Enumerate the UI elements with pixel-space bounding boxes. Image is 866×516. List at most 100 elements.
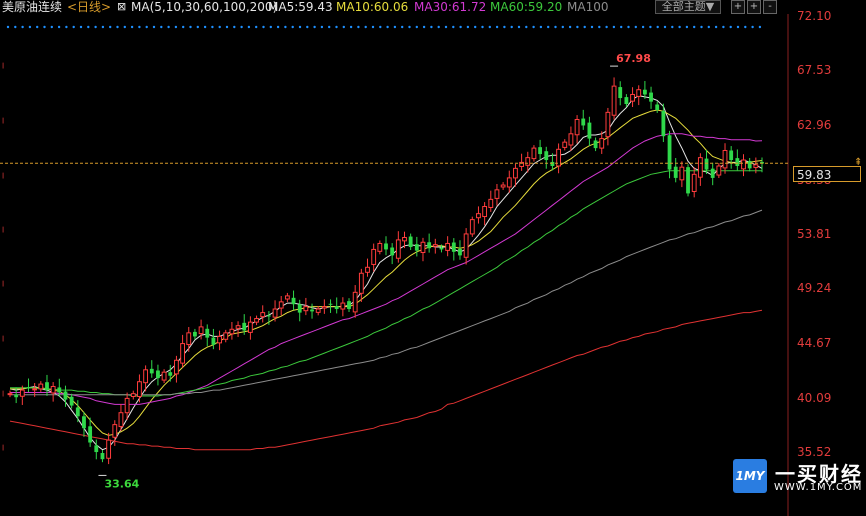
candle-up xyxy=(106,439,112,459)
candle-up xyxy=(494,189,500,199)
candle-down xyxy=(347,301,351,310)
marker-dot xyxy=(525,25,528,29)
marker-dot xyxy=(109,25,112,29)
candle-up xyxy=(124,397,130,414)
marker-dot xyxy=(444,25,448,29)
candle-up xyxy=(7,393,13,396)
candle-down xyxy=(211,337,216,345)
candle-down xyxy=(334,306,339,310)
current-price-label: 59.83 xyxy=(793,166,861,182)
candle-up xyxy=(753,164,759,168)
marker-dot xyxy=(503,25,506,29)
marker-dot xyxy=(211,25,214,29)
marker-dot xyxy=(736,25,740,29)
marker-dot xyxy=(225,25,229,29)
marker-dot xyxy=(357,25,360,29)
candle-down xyxy=(673,166,678,178)
marker-dot xyxy=(386,25,389,29)
candle-up xyxy=(445,242,451,251)
candle-up xyxy=(630,93,635,102)
marker-dot xyxy=(203,25,207,29)
marker-dot xyxy=(707,25,710,29)
candle-up xyxy=(679,166,685,181)
candle-down xyxy=(735,158,740,166)
candle-down xyxy=(618,87,623,99)
candle-up xyxy=(180,343,186,364)
candle-up xyxy=(432,244,438,247)
marker-dot xyxy=(408,25,411,29)
ma200-line xyxy=(9,309,763,451)
marker-dot xyxy=(28,25,32,29)
marker-dot xyxy=(57,25,61,29)
marker-dot xyxy=(590,25,594,29)
marker-dot xyxy=(751,25,754,29)
marker-dot xyxy=(379,25,382,29)
candle-up xyxy=(137,381,142,398)
marker-dot xyxy=(678,25,681,29)
candle-down xyxy=(538,147,543,155)
candle-down xyxy=(550,161,555,166)
dotted-marker-row xyxy=(6,25,762,29)
marker-dot xyxy=(196,25,199,29)
candle-down xyxy=(156,370,160,379)
marker-dot xyxy=(21,25,24,29)
candle-up xyxy=(636,89,642,97)
candle-up xyxy=(315,308,321,313)
candles xyxy=(7,77,764,465)
marker-dot xyxy=(269,25,272,29)
candle-up xyxy=(568,133,574,146)
marker-dot xyxy=(393,25,397,29)
candle-down xyxy=(242,322,247,331)
candle-up xyxy=(402,237,407,242)
marker-dot xyxy=(466,25,470,29)
marker-dot xyxy=(14,25,17,29)
marker-dot xyxy=(291,25,294,29)
candle-down xyxy=(328,303,333,305)
marker-dot xyxy=(700,25,703,29)
candle-up xyxy=(358,272,364,294)
candle-down xyxy=(587,122,592,139)
marker-dot xyxy=(138,25,141,29)
marker-dot xyxy=(495,25,499,29)
marker-dot xyxy=(174,25,178,29)
y-tick-label: 44.67 xyxy=(797,335,832,350)
candle-down xyxy=(408,236,413,248)
candle-up xyxy=(722,149,728,169)
marker-dot xyxy=(758,25,762,29)
y-tick-label: 35.52 xyxy=(797,445,832,459)
marker-dot xyxy=(284,25,287,29)
low-label: 33.64 xyxy=(104,477,139,490)
y-tick-label: 72.10 xyxy=(797,9,832,23)
candle-up xyxy=(395,239,401,259)
price-arrow-icon[interactable]: ⇞ xyxy=(854,157,862,168)
marker-dot xyxy=(240,25,243,29)
marker-dot xyxy=(422,25,426,29)
candle-up xyxy=(599,138,605,149)
marker-dot xyxy=(488,25,491,29)
marker-dot xyxy=(313,25,316,29)
candle-down xyxy=(297,304,302,313)
marker-dot xyxy=(627,25,630,29)
marker-dot xyxy=(474,25,477,29)
candle-down xyxy=(655,104,660,110)
left-tick-mark: ╵ xyxy=(0,228,7,239)
candle-down xyxy=(729,150,734,161)
marker-dot xyxy=(6,25,10,29)
candlestick-chart[interactable]: 67.98 33.64 xyxy=(0,0,866,516)
candle-up xyxy=(420,241,426,254)
candle-down xyxy=(414,244,419,251)
candle-up xyxy=(321,306,327,309)
candle-up xyxy=(697,157,703,178)
candle-up xyxy=(303,306,309,312)
marker-dot xyxy=(335,25,338,29)
marker-dot xyxy=(94,25,97,29)
left-tick-mark: ╵ xyxy=(0,64,7,76)
candle-up xyxy=(38,383,44,390)
candle-down xyxy=(14,394,19,398)
candle-up xyxy=(130,393,136,398)
marker-dot xyxy=(182,25,185,29)
marker-dot xyxy=(641,25,645,29)
candle-up xyxy=(488,198,494,208)
marker-dot xyxy=(371,25,375,29)
candle-down xyxy=(661,110,666,137)
